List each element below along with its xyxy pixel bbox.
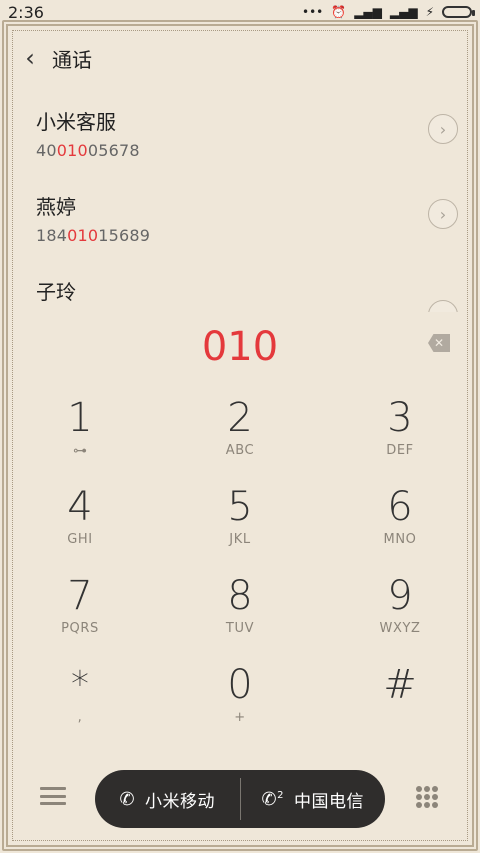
contact-number: 4001005678 <box>36 141 480 160</box>
key-1[interactable]: 1 ⊶ <box>0 395 160 484</box>
key-digit: # <box>383 662 417 708</box>
phone-icon: ✆ <box>119 788 136 810</box>
phone-icon: ✆2 <box>261 788 284 810</box>
number-part: 15689 <box>98 226 151 245</box>
contact-name: 燕婷 <box>36 195 76 219</box>
key-letters: MNO <box>383 532 417 547</box>
sim-call-pill: ✆ 小米移动 ✆2 中国电信 <box>95 770 385 828</box>
key-5[interactable]: 5 JKL <box>160 484 320 573</box>
status-time: 2:36 <box>8 2 44 22</box>
key-8[interactable]: 8 TUV <box>160 573 320 662</box>
contact-name: 小米客服 <box>36 110 116 134</box>
alarm-clock-icon: ⏰ <box>331 5 347 19</box>
back-arrow-icon[interactable]: ‹ <box>18 44 42 72</box>
battery-icon <box>442 6 475 18</box>
key-letters: , <box>77 710 83 725</box>
key-hash[interactable]: # <box>320 662 480 751</box>
lightning-icon: ⚡ <box>425 5 434 19</box>
sim2-label: 中国电信 <box>293 791 364 812</box>
sim1-label: 小米移动 <box>145 791 216 812</box>
status-icons: ••• ⏰ ▂▄▆ ▂▄▆ ⚡ <box>302 5 475 19</box>
key-digit: 0 <box>227 662 253 708</box>
header: ‹ 通话 <box>0 38 480 78</box>
call-sim2-button[interactable]: ✆2 中国电信 <box>241 770 386 828</box>
key-letters: PQRS <box>61 621 99 636</box>
key-letters: WXYZ <box>379 621 421 636</box>
number-part: 40 <box>36 141 57 160</box>
key-7[interactable]: 7 PQRS <box>0 573 160 662</box>
page-title: 通话 <box>52 47 92 72</box>
key-letters: DEF <box>386 443 414 458</box>
key-digit: 9 <box>387 573 413 619</box>
voicemail-icon: ⊶ <box>73 443 87 459</box>
key-0[interactable]: 0 + <box>160 662 320 751</box>
key-digit: 5 <box>227 484 253 530</box>
dialpad: 1 ⊶ 2 ABC 3 DEF 4 GHI 5 JKL 6 MNO 7 PQRS… <box>0 395 480 751</box>
key-3[interactable]: 3 DEF <box>320 395 480 484</box>
key-digit: 7 <box>67 573 93 619</box>
number-highlight: 010 <box>56 141 88 160</box>
key-digit: 3 <box>387 395 413 441</box>
key-letters: TUV <box>225 621 255 636</box>
contact-name: 子玲 <box>36 280 76 304</box>
list-item[interactable]: 小米客服 4001005678 › <box>0 92 480 177</box>
number-highlight: 010 <box>67 226 99 245</box>
key-digit: 8 <box>227 573 253 619</box>
call-sim1-button[interactable]: ✆ 小米移动 <box>95 770 240 828</box>
list-item[interactable]: 燕婷 18401015689 › <box>0 177 480 262</box>
key-letters: GHI <box>67 532 93 547</box>
key-4[interactable]: 4 GHI <box>0 484 160 573</box>
key-6[interactable]: 6 MNO <box>320 484 480 573</box>
list-item[interactable]: 子玲 › <box>0 262 480 312</box>
key-9[interactable]: 9 WXYZ <box>320 573 480 662</box>
key-digit: 6 <box>387 484 413 530</box>
key-letters: + <box>234 710 246 725</box>
status-bar: 2:36 ••• ⏰ ▂▄▆ ▂▄▆ ⚡ <box>0 0 480 24</box>
dialpad-toggle-icon[interactable] <box>416 786 438 812</box>
number-part: 05678 <box>87 141 140 160</box>
contact-number: 18401015689 <box>36 226 480 245</box>
key-letters: ABC <box>225 443 255 458</box>
key-digit: 1 <box>67 395 93 441</box>
key-star[interactable]: * , <box>0 662 160 751</box>
sim2-badge: 2 <box>277 789 284 801</box>
number-part: 184 <box>36 226 68 245</box>
signal-icon-2: ▂▄▆ <box>389 5 418 19</box>
signal-icon: ▂▄▆ <box>354 5 382 19</box>
chevron-right-icon[interactable]: › <box>428 199 458 229</box>
more-dots: ••• <box>302 5 324 19</box>
key-2[interactable]: 2 ABC <box>160 395 320 484</box>
key-letters: JKL <box>229 532 251 547</box>
key-digit: * <box>71 664 89 705</box>
dialed-number: 010 <box>201 324 279 370</box>
key-digit: 2 <box>227 395 253 441</box>
menu-icon[interactable] <box>40 783 66 809</box>
key-digit: 4 <box>67 484 93 530</box>
contact-list: 小米客服 4001005678 › 燕婷 18401015689 › 子玲 › <box>0 92 480 312</box>
chevron-right-icon[interactable]: › <box>428 114 458 144</box>
